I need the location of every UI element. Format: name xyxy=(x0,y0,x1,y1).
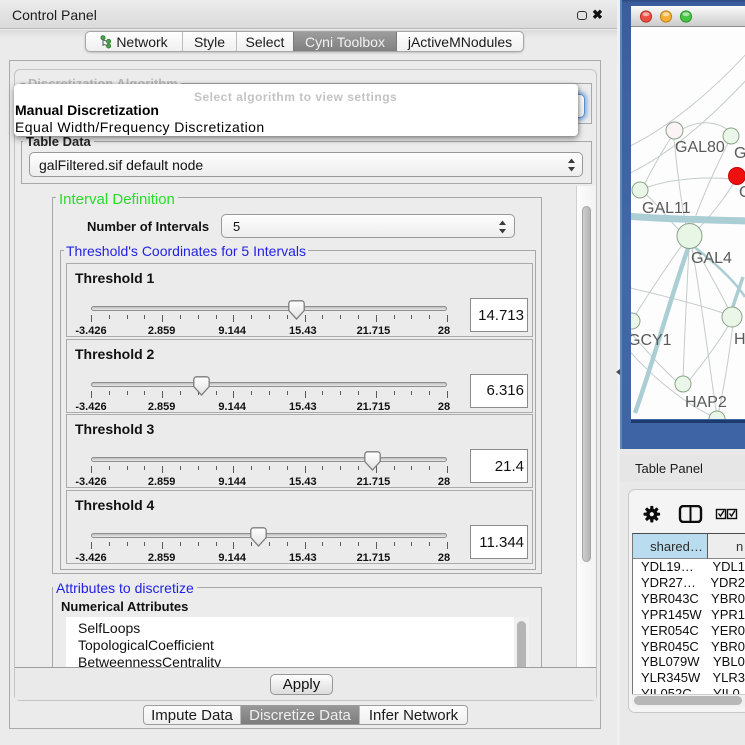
svg-text:GA: GA xyxy=(734,145,745,162)
svg-text:GAL4: GAL4 xyxy=(691,250,732,267)
svg-text:HA: HA xyxy=(734,331,745,348)
svg-text:GAL80: GAL80 xyxy=(675,139,725,156)
svg-text:GCY1: GCY1 xyxy=(631,332,672,349)
svg-text:CD: CD xyxy=(739,184,745,201)
svg-text:HAP2: HAP2 xyxy=(685,394,727,411)
svg-text:GAL11: GAL11 xyxy=(642,200,691,217)
